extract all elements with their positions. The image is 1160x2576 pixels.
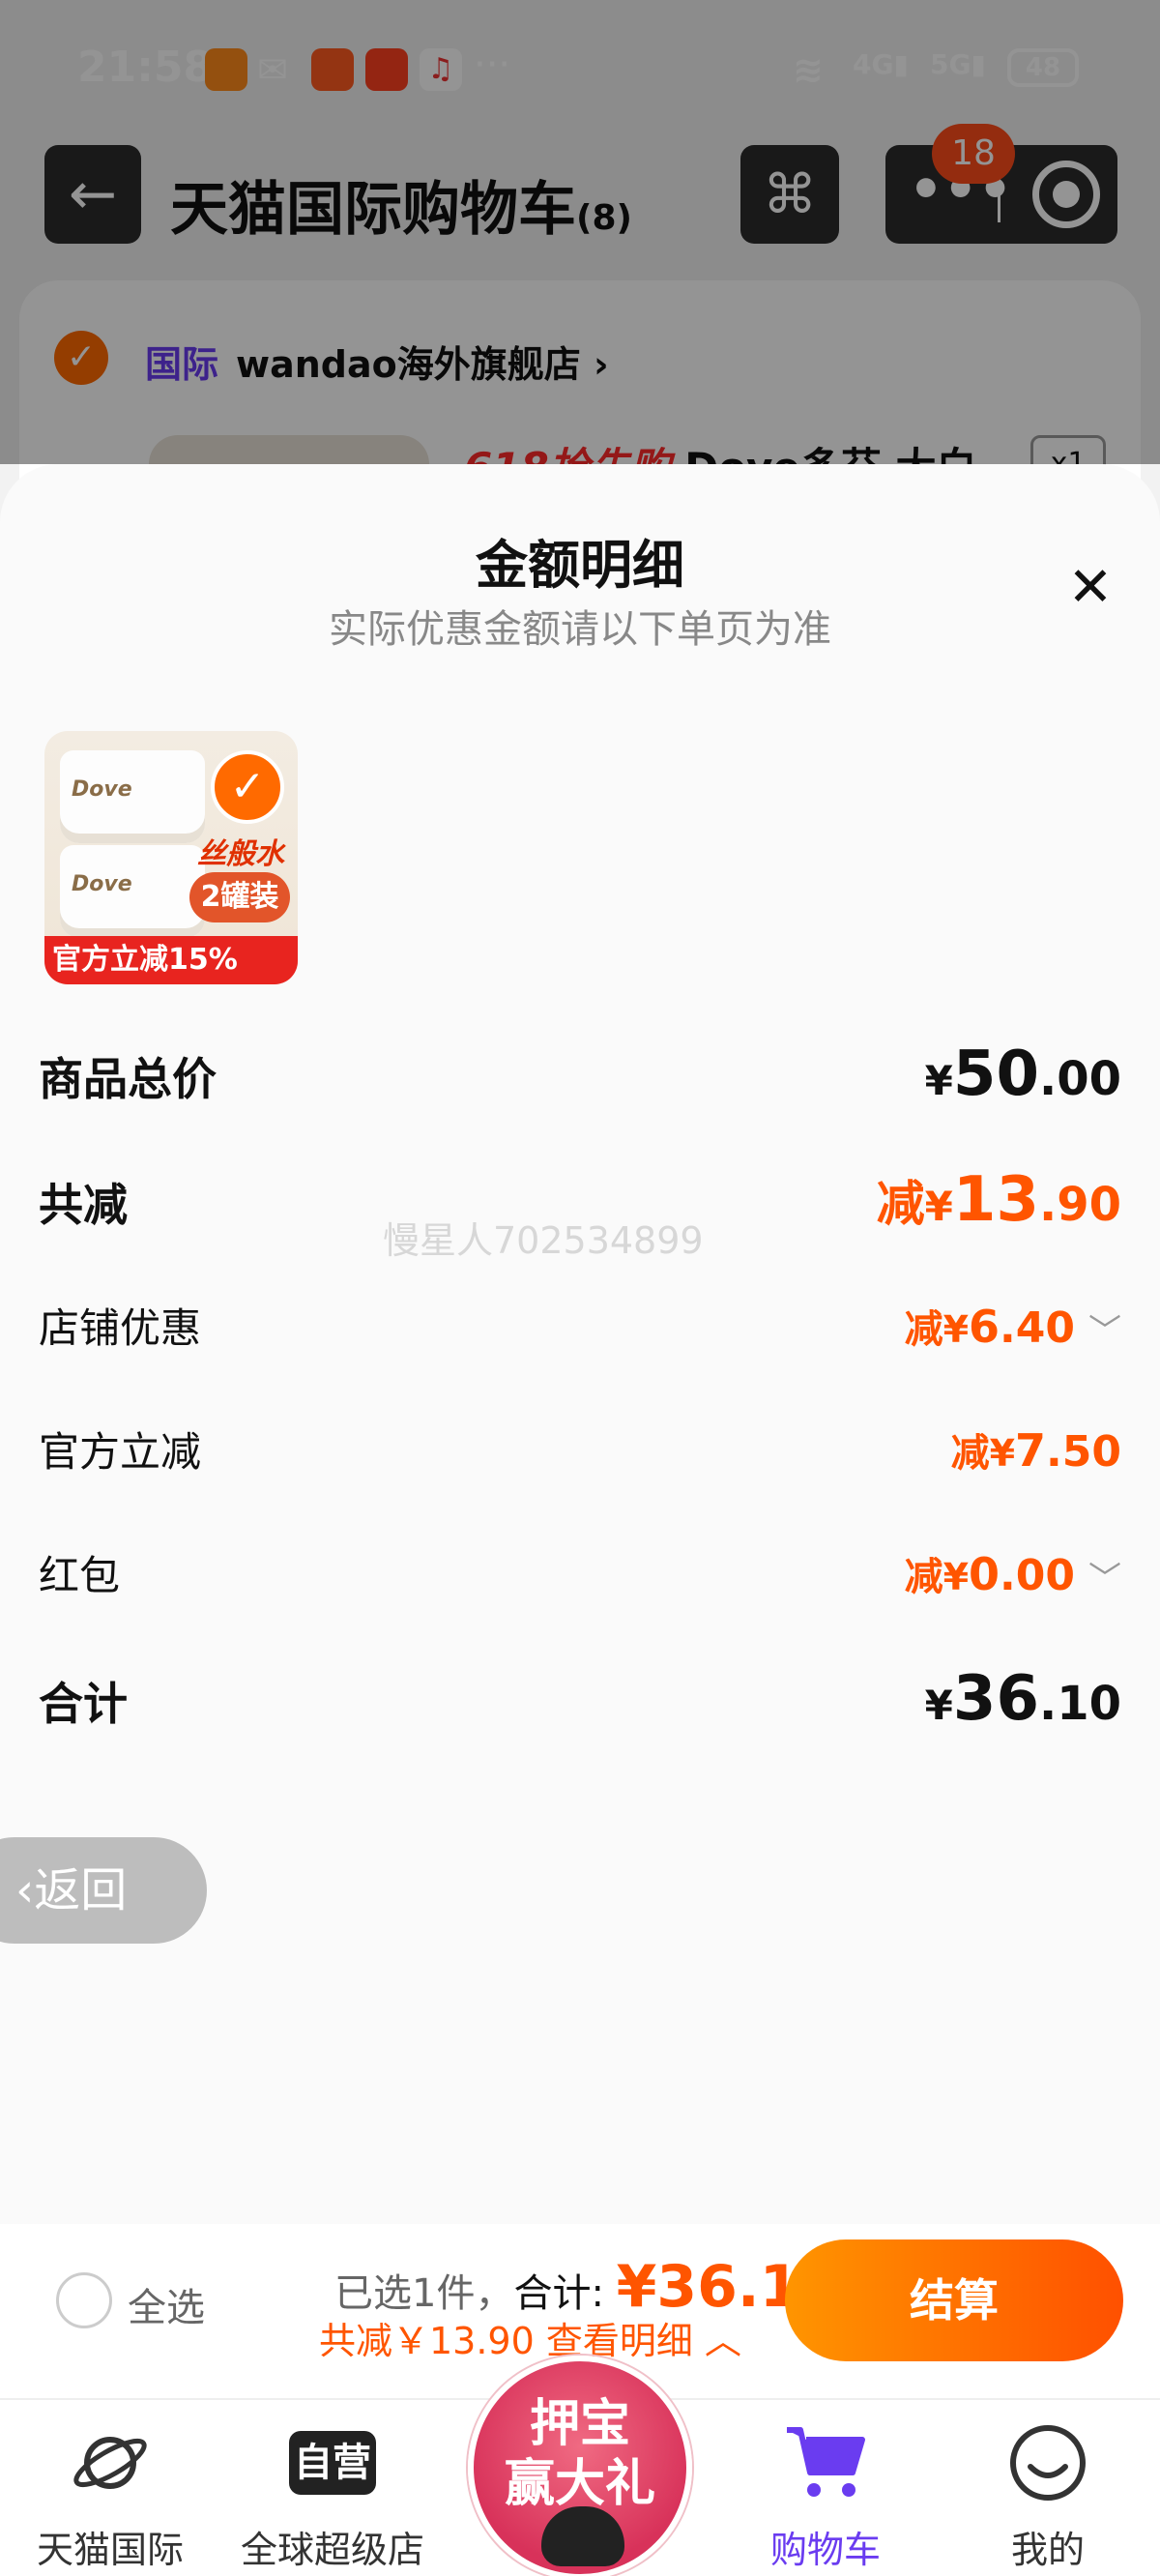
tab-label: 购物车 [769, 2529, 881, 2571]
row-subtotal: 商品总价 ¥50.00 [39, 1039, 1121, 1110]
cart-icon [782, 2419, 869, 2506]
selected-count: 已选1件， [334, 2271, 514, 2316]
currency-symbol: ¥ [924, 1057, 953, 1104]
row-grand-total: 合计 ¥36.10 [39, 1663, 1121, 1735]
select-all-label[interactable]: 全选 [128, 2276, 205, 2332]
amount-decimal: .90 [1038, 1178, 1121, 1232]
view-detail-link[interactable]: 共减￥13.90 查看明细 ︿ [319, 2311, 741, 2364]
discount-prefix: 减 [904, 1307, 943, 1352]
product-promo-text: 丝般水润 [197, 837, 284, 914]
row-label: 红包 [39, 1552, 121, 1599]
promo-center-text: 押宝 赢大礼 [504, 2395, 655, 2513]
row-label: 商品总价 [39, 1053, 217, 1105]
row-label: 官方立减 [39, 1428, 202, 1476]
row-store-discount[interactable]: 店铺优惠 减¥6.40 ﹀ [39, 1296, 1121, 1355]
row-amount: 减¥7.50 [951, 1421, 1121, 1478]
discount-prefix: 减 [904, 1555, 943, 1599]
jar-brand-1: Dove [72, 777, 132, 802]
tab-label: 天猫国际 [36, 2529, 184, 2571]
currency-symbol: ¥ [924, 1183, 953, 1230]
amount-integer: 50 [952, 1039, 1039, 1110]
discount-prefix: 减 [950, 1431, 990, 1476]
smile-icon [1004, 2419, 1091, 2506]
amount-detail-sheet: 金额明细 实际优惠金额请以下单页为准 ✕ Dove Dove ✓ 丝般水润 2罐… [0, 464, 1160, 2576]
row-red-packet[interactable]: 红包 减¥0.00 ﹀ [39, 1543, 1121, 1602]
planet-icon [67, 2419, 154, 2506]
self-run-icon-text: 自营 [289, 2431, 376, 2495]
chevron-down-icon[interactable]: ﹀ [1088, 1304, 1121, 1352]
sheet-title: 金额明细 [476, 535, 684, 596]
amount-decimal: .10 [1038, 1677, 1121, 1731]
product-checked-icon: ✓ [211, 750, 284, 824]
saved-text: 共减￥13.90 查看明细 [319, 2320, 693, 2362]
tab-global-super-store[interactable]: 自营 全球超级店 [236, 2419, 429, 2573]
tab-cart[interactable]: 购物车 [729, 2419, 922, 2573]
modal-overlay[interactable] [0, 0, 1160, 464]
product-discount-bar: 官方立减15% [44, 936, 298, 984]
checkout-button[interactable]: 结算 [785, 2239, 1123, 2361]
currency-symbol: ¥ [942, 1308, 970, 1351]
amount-decimal: .50 [1046, 1427, 1121, 1477]
row-amount: 减¥13.90 [877, 1164, 1121, 1236]
tab-tmall-global[interactable]: 天猫国际 [14, 2419, 207, 2573]
return-button[interactable]: ‹返回 [0, 1837, 207, 1944]
chevron-down-icon[interactable]: ﹀ [1088, 1552, 1121, 1599]
currency-symbol: ¥ [942, 1556, 970, 1598]
amount-integer: 0 [969, 1548, 1000, 1600]
row-label: 共减 [39, 1179, 128, 1231]
tab-mine[interactable]: 我的 [951, 2419, 1145, 2573]
tab-label: 我的 [1010, 2529, 1085, 2571]
self-run-icon: 自营 [289, 2419, 376, 2506]
row-official-discount: 官方立减 减¥7.50 [39, 1420, 1121, 1478]
product-image: Dove Dove ✓ 丝般水润 2罐装 官方立减15% [44, 731, 298, 984]
row-amount: ¥50.00 [925, 1039, 1121, 1110]
row-amount: 减¥0.00 ﹀ [905, 1545, 1121, 1601]
total-label: 合计: [513, 2271, 604, 2316]
row-total-discount: 共减 减¥13.90 [39, 1164, 1121, 1236]
amount-decimal: .40 [1000, 1303, 1075, 1353]
select-all-checkbox[interactable] [56, 2272, 112, 2328]
chevron-left-icon: ‹ [15, 1863, 35, 1917]
tab-label: 全球超级店 [240, 2529, 424, 2571]
amount-integer: 36 [952, 1663, 1039, 1735]
row-label: 合计 [39, 1678, 128, 1730]
row-amount: ¥36.10 [925, 1663, 1121, 1735]
sheet-subtitle: 实际优惠金额请以下单页为准 [329, 607, 831, 652]
tmall-cat-mascot-icon [541, 2506, 624, 2566]
amount-integer: 7 [1015, 1424, 1047, 1477]
discount-prefix: 减 [876, 1176, 925, 1232]
jar-brand-2: Dove [72, 872, 132, 896]
return-label: 返回 [34, 1863, 128, 1917]
promo-center-button[interactable]: 押宝 赢大礼 [468, 2356, 692, 2576]
row-amount: 减¥6.40 ﹀ [905, 1298, 1121, 1354]
amount-integer: 6 [969, 1301, 1000, 1353]
product-pack-badge: 2罐装 [189, 872, 290, 922]
chevron-up-icon: ︿ [704, 2320, 741, 2362]
amount-decimal: .00 [1000, 1551, 1075, 1600]
amount-integer: 13 [952, 1164, 1039, 1236]
row-label: 店铺优惠 [39, 1304, 202, 1352]
amount-decimal: .00 [1038, 1052, 1121, 1106]
currency-symbol: ¥ [989, 1432, 1016, 1475]
currency-symbol: ¥ [924, 1682, 953, 1729]
close-icon[interactable]: ✕ [1063, 561, 1117, 615]
